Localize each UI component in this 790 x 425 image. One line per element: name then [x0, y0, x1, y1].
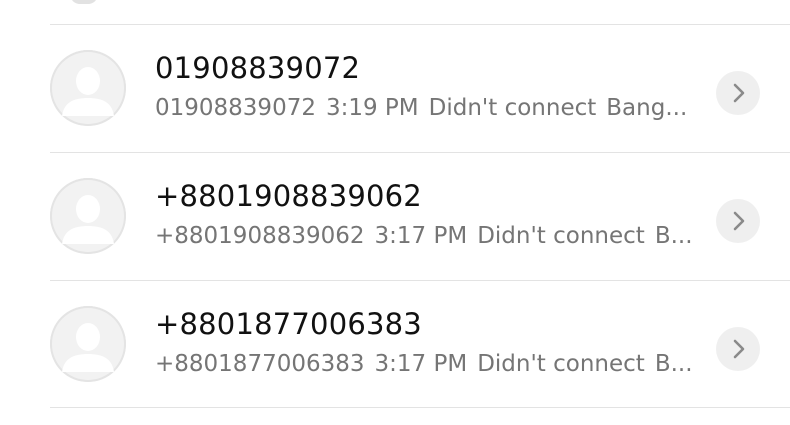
- call-detail-button[interactable]: [716, 71, 760, 115]
- call-location: B...: [654, 351, 693, 377]
- caller-number-title: 01908839072: [155, 51, 361, 85]
- call-time: 3:17 PM: [374, 223, 468, 249]
- call-log-item[interactable]: +8801877006383 +8801877006383 3:17 PM Didn…: [0, 281, 790, 408]
- call-number: 01908839072: [155, 95, 316, 121]
- chevron-right-icon: [733, 339, 745, 359]
- call-detail-button[interactable]: [716, 327, 760, 371]
- call-details: +8801877006383 3:17 PM Didn't connect B...: [155, 351, 693, 377]
- call-log-item[interactable]: +8801908839062 +8801908839062 3:17 PM Didn…: [0, 153, 790, 280]
- call-time: 3:17 PM: [374, 351, 468, 377]
- call-status: Didn't connect: [477, 223, 645, 249]
- chevron-right-icon: [733, 83, 745, 103]
- contact-avatar-icon: [50, 306, 126, 382]
- call-log-screen: 01908839072 01908839072 3:19 PM Didn't con…: [0, 0, 790, 425]
- contact-avatar-icon: [50, 178, 126, 254]
- caller-number-title: +8801908839062: [155, 179, 422, 213]
- call-detail-button[interactable]: [716, 199, 760, 243]
- call-status: Didn't connect: [428, 95, 597, 121]
- contact-avatar-icon: [50, 50, 126, 126]
- call-location: Bang...: [606, 95, 688, 121]
- call-log-item[interactable]: 01908839072 01908839072 3:19 PM Didn't con…: [0, 25, 790, 152]
- call-details: 01908839072 3:19 PM Didn't connect Bang...: [155, 95, 687, 121]
- chevron-right-icon: [733, 211, 745, 231]
- call-location: B...: [654, 223, 693, 249]
- call-details: +8801908839062 3:17 PM Didn't connect B...: [155, 223, 693, 249]
- divider: [50, 407, 790, 408]
- caller-number-title: +8801877006383: [155, 307, 422, 341]
- call-number: +8801908839062: [155, 223, 365, 249]
- previous-row-avatar-edge: [70, 0, 98, 4]
- call-status: Didn't connect: [477, 351, 645, 377]
- call-time: 3:19 PM: [325, 95, 419, 121]
- call-number: +8801877006383: [155, 351, 365, 377]
